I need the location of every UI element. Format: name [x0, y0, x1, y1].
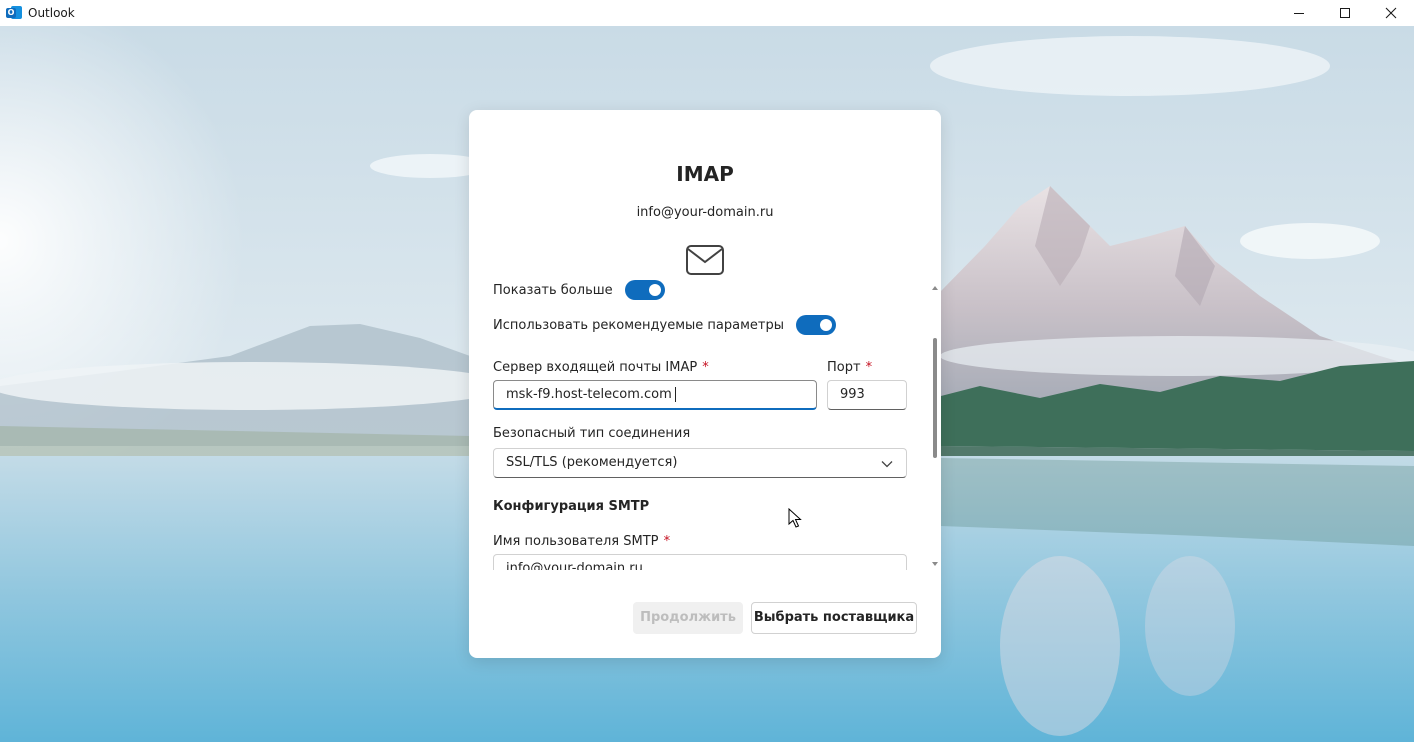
required-mark: *: [702, 360, 709, 375]
port-label-row: Порт *: [827, 358, 872, 377]
smtp-section-title: Конфигурация SMTP: [493, 499, 650, 514]
mail-icon: [686, 245, 724, 275]
maximize-icon: [1340, 8, 1350, 18]
choose-provider-button[interactable]: Выбрать поставщика: [751, 602, 917, 634]
scroll-down-arrow-icon[interactable]: [931, 560, 939, 568]
settings-scroll-area[interactable]: Показать больше Использовать рекомендуем…: [469, 275, 941, 570]
show-more-toggle[interactable]: [624, 280, 665, 300]
security-label-row: Безопасный тип соединения: [493, 426, 690, 441]
use-recommended-row: Использовать рекомендуемые параметры: [493, 315, 836, 335]
imap-server-label-row: Сервер входящей почты IMAP *: [493, 358, 709, 377]
continue-button[interactable]: Продолжить: [633, 602, 743, 634]
security-type-select[interactable]: SSL/TLS (рекомендуется): [493, 448, 907, 478]
scroll-up-arrow-icon[interactable]: [931, 284, 939, 292]
smtp-username-label: Имя пользователя SMTP: [493, 534, 659, 549]
minimize-button[interactable]: [1276, 0, 1322, 26]
imap-server-label: Сервер входящей почты IMAP: [493, 360, 698, 375]
chevron-down-icon: [881, 461, 893, 468]
close-icon: [1385, 7, 1397, 19]
use-recommended-toggle[interactable]: [795, 315, 836, 335]
minimize-icon: [1294, 13, 1304, 14]
account-setup-dialog: IMAP info@your-domain.ru Показать больше…: [469, 110, 941, 658]
imap-server-input[interactable]: msk-f9.host-telecom.com: [493, 380, 817, 410]
smtp-username-input[interactable]: info@your-domain.ru: [493, 554, 907, 570]
outlook-icon: O: [6, 5, 22, 21]
smtp-username-label-row: Имя пользователя SMTP *: [493, 532, 670, 551]
show-more-row: Показать больше: [493, 280, 665, 300]
required-mark: *: [865, 360, 873, 375]
port-input[interactable]: 993: [827, 380, 907, 410]
port-value: 993: [840, 387, 865, 402]
window-controls: [1276, 0, 1414, 26]
close-button[interactable]: [1368, 0, 1414, 26]
title-bar: O Outlook: [0, 0, 1414, 26]
imap-server-value: msk-f9.host-telecom.com: [506, 387, 672, 402]
dialog-title: IMAP: [676, 162, 734, 186]
maximize-button[interactable]: [1322, 0, 1368, 26]
security-type-value: SSL/TLS (рекомендуется): [506, 455, 678, 470]
text-caret: [674, 387, 676, 402]
use-recommended-label: Использовать рекомендуемые параметры: [493, 317, 784, 333]
security-label: Безопасный тип соединения: [493, 426, 691, 441]
app-title: Outlook: [28, 6, 75, 20]
smtp-username-value: info@your-domain.ru: [506, 561, 643, 570]
show-more-label: Показать больше: [493, 282, 613, 298]
mouse-cursor-icon: [788, 508, 802, 528]
account-email: info@your-domain.ru: [636, 205, 774, 220]
scrollbar-thumb[interactable]: [933, 338, 937, 458]
port-label: Порт: [827, 360, 861, 375]
required-mark: *: [663, 534, 671, 549]
